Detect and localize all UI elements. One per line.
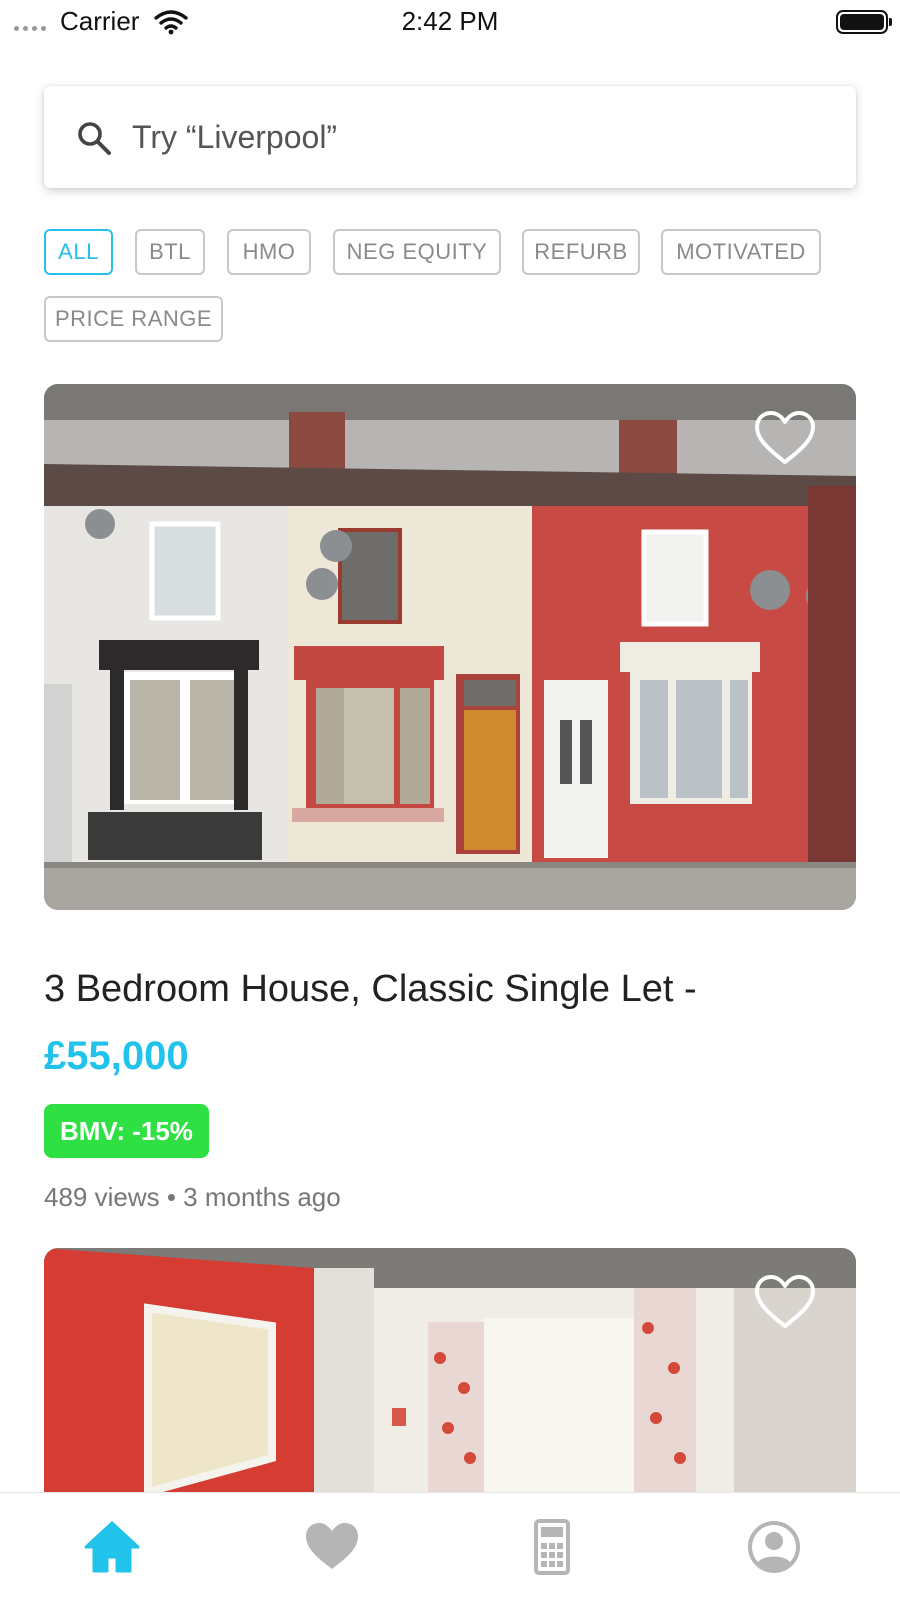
filter-chip-price-range[interactable]: PRICE RANGE — [44, 296, 223, 342]
profile-icon[interactable] — [744, 1519, 804, 1575]
filter-chip-neg-equity[interactable]: NEG EQUITY — [333, 229, 501, 275]
search-input[interactable] — [132, 114, 812, 160]
search-bar[interactable] — [44, 86, 856, 188]
listing-title[interactable]: 3 Bedroom House, Classic Single Let - — [44, 968, 697, 1011]
bottom-nav — [0, 1492, 900, 1598]
listing-meta: 489 views • 3 months ago — [44, 1182, 341, 1212]
favorite-heart-icon[interactable] — [754, 410, 816, 466]
home-icon[interactable] — [82, 1519, 142, 1575]
bmv-badge: BMV: -15% — [44, 1104, 209, 1158]
interior-photo — [44, 1248, 856, 1492]
status-time: 2:42 PM — [401, 6, 499, 36]
filter-chip-hmo[interactable]: HMO — [227, 229, 311, 275]
filter-chip-refurb[interactable]: REFURB — [522, 229, 640, 275]
listing-price: £55,000 — [44, 1034, 189, 1078]
listing-image[interactable] — [44, 384, 856, 910]
calculator-icon[interactable] — [522, 1519, 582, 1575]
listing-image[interactable] — [44, 1248, 856, 1492]
battery-icon — [836, 10, 892, 34]
search-icon — [78, 122, 111, 155]
filter-chip-all[interactable]: ALL — [44, 229, 113, 275]
filter-chip-motivated[interactable]: MOTIVATED — [661, 229, 821, 275]
heart-icon[interactable] — [302, 1519, 362, 1575]
favorite-heart-icon[interactable] — [754, 1274, 816, 1330]
status-bar: Carrier 2:42 PM — [0, 0, 900, 44]
house-photo — [44, 384, 856, 910]
filter-chip-btl[interactable]: BTL — [135, 229, 205, 275]
